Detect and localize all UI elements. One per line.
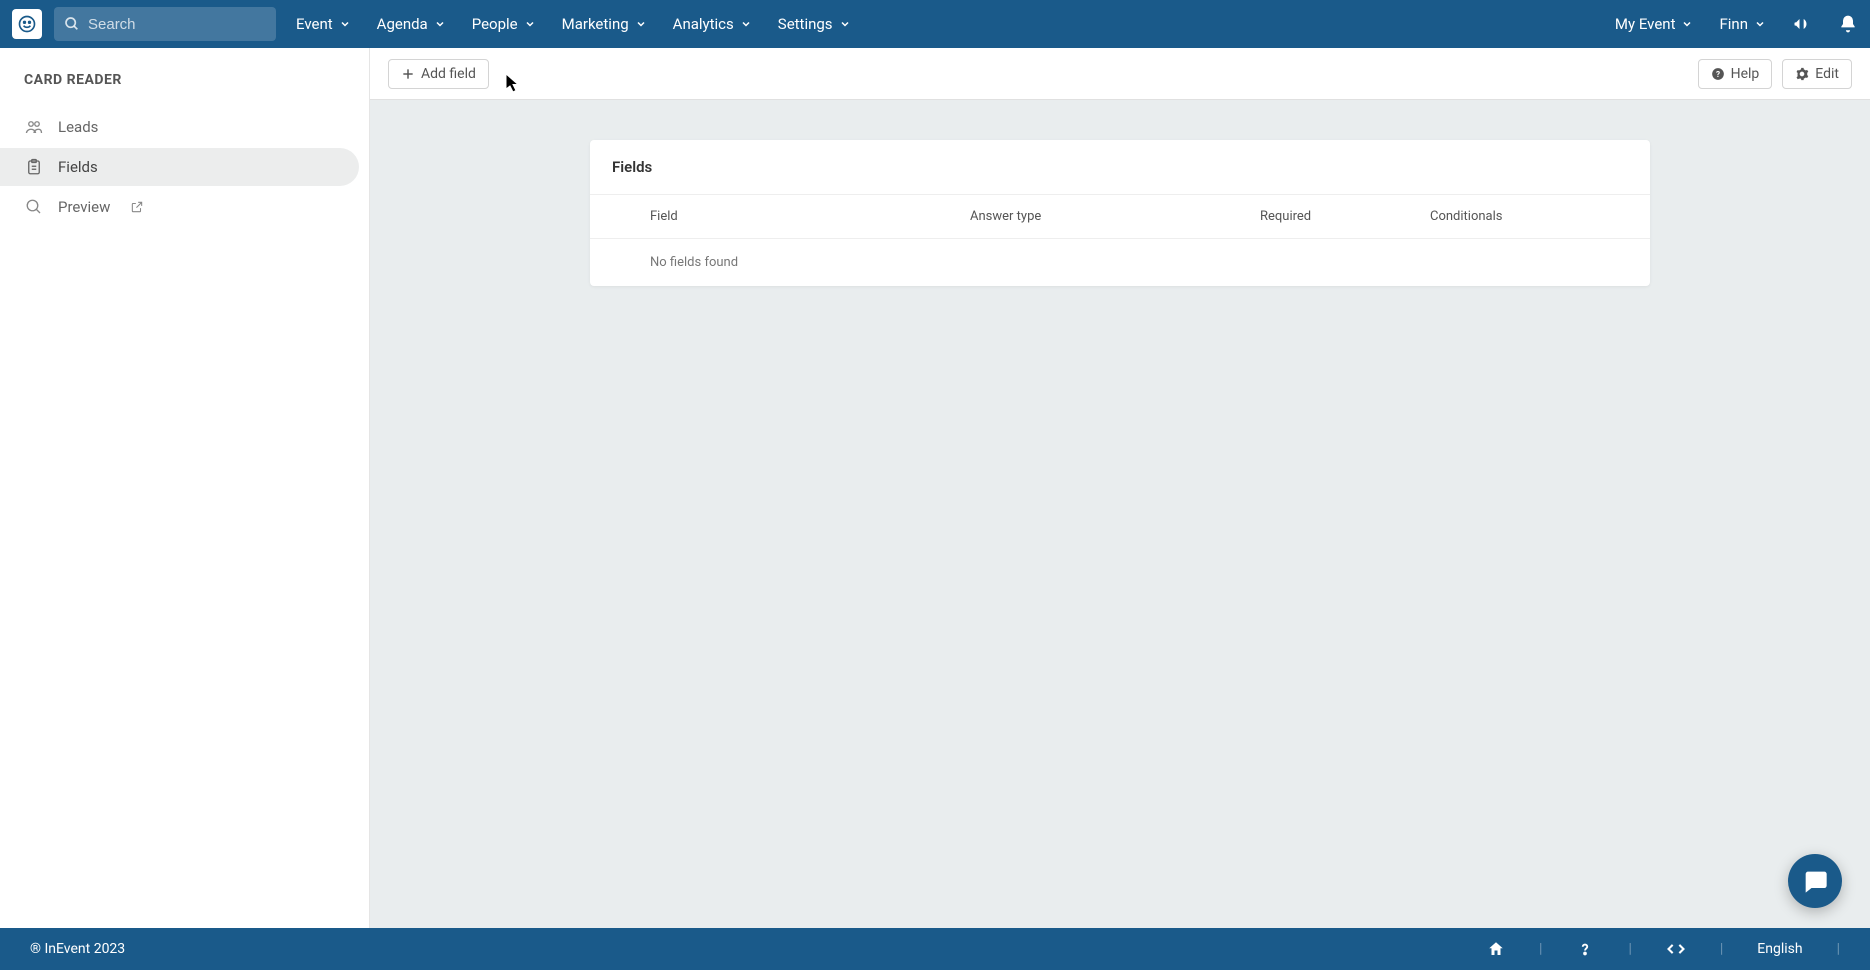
nav-user[interactable]: Finn [1719,15,1766,33]
nav-label: Analytics [673,15,734,33]
divider: | [1720,941,1723,957]
brand-logo[interactable] [12,9,42,39]
gear-icon [1795,67,1809,81]
nav-analytics[interactable]: Analytics [673,15,752,33]
nav-label: Finn [1719,15,1748,33]
clipboard-icon [24,158,44,176]
chevron-down-icon [740,18,752,30]
nav-label: Agenda [377,15,428,33]
footer-language[interactable]: English [1757,941,1802,957]
button-label: Add field [421,66,476,82]
divider: | [1837,941,1840,957]
search-box[interactable] [54,7,276,41]
nav-settings[interactable]: Settings [778,15,851,33]
search-icon [24,198,44,216]
chevron-down-icon [434,18,446,30]
nav-marketing[interactable]: Marketing [562,15,647,33]
divider: | [1628,941,1631,957]
button-label: Edit [1815,66,1839,82]
home-icon[interactable] [1487,940,1505,958]
external-link-icon [130,200,144,214]
main-layout: CARD READER Leads Fields Preview [0,48,1870,928]
nav-event[interactable]: Event [296,15,351,33]
chevron-down-icon [339,18,351,30]
sidebar-item-fields[interactable]: Fields [0,148,359,186]
col-conditionals: Conditionals [1430,209,1650,224]
nav-label: People [472,15,518,33]
chat-bubble[interactable] [1788,854,1842,908]
top-navbar: Event Agenda People Marketing Analytics … [0,0,1870,48]
chevron-down-icon [1754,18,1766,30]
footer-language-label: English [1757,941,1802,957]
footer: ® InEvent 2023 | | | English | [0,928,1870,970]
button-label: Help [1731,66,1760,82]
sidebar-item-label: Fields [58,158,98,176]
table-header: Field Answer type Required Conditionals [590,195,1650,239]
nav-menu: Event Agenda People Marketing Analytics … [296,15,851,33]
sidebar-item-leads[interactable]: Leads [0,108,359,146]
announcement-icon[interactable] [1792,14,1812,34]
nav-label: Event [296,15,333,33]
nav-my-event[interactable]: My Event [1615,15,1694,33]
svg-text:?: ? [1716,68,1720,78]
bell-icon[interactable] [1838,14,1858,34]
sidebar-item-label: Leads [58,118,98,136]
help-button[interactable]: ? Help [1698,59,1773,89]
nav-label: Settings [778,15,833,33]
chevron-down-icon [635,18,647,30]
nav-label: My Event [1615,15,1676,33]
sidebar-item-preview[interactable]: Preview [0,188,359,226]
content-area: Fields Field Answer type Required Condit… [370,100,1870,326]
code-icon[interactable] [1666,939,1686,959]
divider: | [1539,941,1542,957]
sidebar: CARD READER Leads Fields Preview [0,48,370,928]
main-area: Add field ? Help Edit Fields [370,48,1870,928]
search-icon [64,16,80,32]
fields-panel: Fields Field Answer type Required Condit… [590,140,1650,286]
col-answer-type: Answer type [970,209,1260,224]
nav-right: My Event Finn [1615,14,1858,34]
col-field: Field [590,209,970,224]
plus-icon [401,67,415,81]
search-input[interactable] [88,16,266,33]
add-field-button[interactable]: Add field [388,59,489,89]
chevron-down-icon [1681,18,1693,30]
footer-copyright: ® InEvent 2023 [30,941,125,957]
chevron-down-icon [839,18,851,30]
nav-people[interactable]: People [472,15,536,33]
sidebar-item-label: Preview [58,198,110,216]
sidebar-title: CARD READER [0,72,369,106]
nav-label: Marketing [562,15,629,33]
panel-title: Fields [590,140,1650,195]
chevron-down-icon [524,18,536,30]
help-icon[interactable] [1576,940,1594,958]
col-required: Required [1260,209,1430,224]
nav-agenda[interactable]: Agenda [377,15,446,33]
table-empty-message: No fields found [590,239,1650,286]
toolbar: Add field ? Help Edit [370,48,1870,100]
people-icon [24,118,44,136]
edit-button[interactable]: Edit [1782,59,1852,89]
question-icon: ? [1711,67,1725,81]
